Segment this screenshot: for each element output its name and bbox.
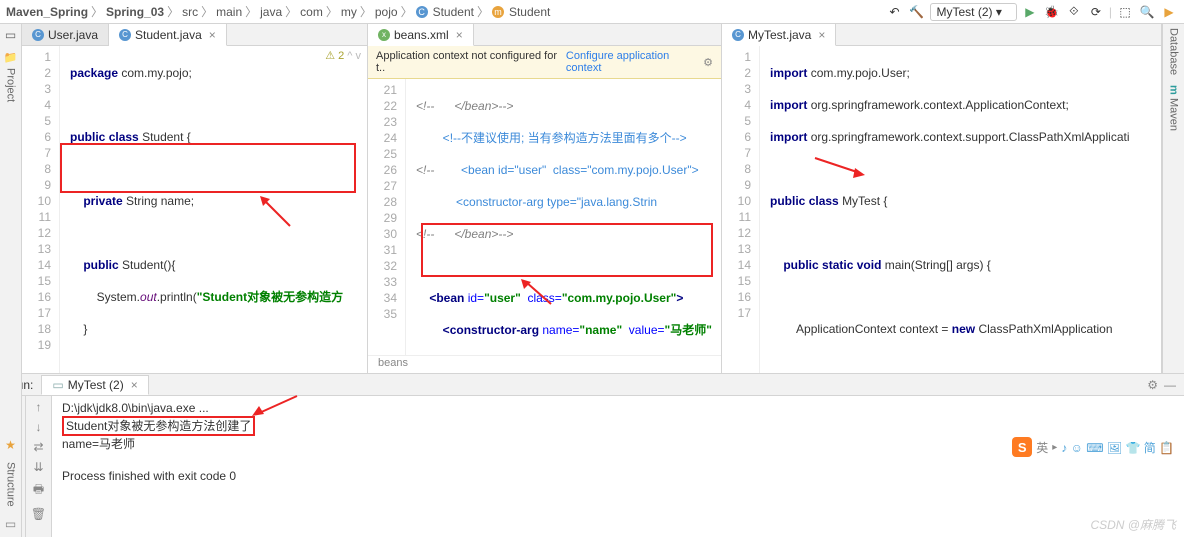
close-icon[interactable]: ×: [131, 378, 138, 392]
editor2-breadcrumb[interactable]: beans: [368, 355, 721, 373]
crumb-my[interactable]: my: [341, 5, 357, 19]
tab-user[interactable]: CUser.java: [22, 24, 109, 45]
console-line: Process finished with exit code 0: [62, 468, 1174, 484]
scroll-button[interactable]: ⇊: [33, 460, 43, 474]
close-icon[interactable]: ×: [456, 28, 463, 42]
back-button[interactable]: ↶: [886, 3, 904, 21]
editor1-gutter: 12345678910111213141516171819: [22, 46, 60, 373]
run-toolbar-2: ↑ ↓ ⇄ ⇊ 🖶 🗑: [26, 396, 52, 537]
editor-3: CMyTest.java× 1234567891011121314151617 …: [722, 24, 1162, 373]
console-line: name=马老师: [62, 436, 1174, 452]
arrow-1: [260, 196, 300, 236]
run-panel: Run: ▭MyTest (2)× ⚙— ▶ ■ ≡ ⎋ 📷 ⊞ ↑ ↓ ⇄ ⇊…: [0, 373, 1184, 537]
editor-1: CUser.java CStudent.java× ⚠2 ^ v 1234567…: [22, 24, 368, 373]
search-button[interactable]: 🔍: [1138, 3, 1156, 21]
left-tool-gutter: ▭ 📁Project: [0, 24, 22, 373]
spring-context-banner: Application context not configured for t…: [368, 46, 721, 79]
editor1-tabs: CUser.java CStudent.java×: [22, 24, 367, 46]
build-button[interactable]: 🔨: [908, 3, 926, 21]
crumb-java[interactable]: java: [260, 5, 282, 19]
crumb-root[interactable]: Maven_Spring: [6, 5, 88, 19]
plugin-button[interactable]: ▶: [1160, 3, 1178, 21]
crumb-com[interactable]: com: [300, 5, 323, 19]
maven-tool-button[interactable]: mMaven: [1168, 85, 1180, 131]
editor1-code[interactable]: ⚠2 ^ v 12345678910111213141516171819 pac…: [22, 46, 367, 373]
editor3-tabs: CMyTest.java×: [722, 24, 1161, 46]
arrow-3: [815, 158, 865, 178]
console-line: D:\jdk\jdk8.0\bin\java.exe ...: [62, 400, 1174, 416]
crumb-pojo[interactable]: pojo: [375, 5, 398, 19]
run-config-select[interactable]: MyTest (2) ▾: [930, 3, 1017, 21]
crumb-method[interactable]: Student: [509, 5, 550, 19]
gear-icon[interactable]: ⚙: [703, 56, 713, 69]
debug-button[interactable]: 🐞: [1043, 3, 1061, 21]
top-breadcrumb: Maven_Spring〉 Spring_03〉 src〉 main〉 java…: [0, 0, 1184, 24]
main-area: ▭ 📁Project CUser.java CStudent.java× ⚠2 …: [0, 24, 1184, 373]
bottom-toggle[interactable]: ▭: [5, 517, 16, 531]
coverage-button[interactable]: ⟐: [1065, 3, 1083, 21]
tab-student[interactable]: CStudent.java×: [109, 24, 227, 46]
run-button[interactable]: ▶: [1021, 3, 1039, 21]
print-button[interactable]: 🖶: [33, 480, 44, 501]
editor3-gutter: 1234567891011121314151617: [722, 46, 760, 373]
editor2-gutter: 212223242526272829303132333435: [368, 79, 406, 355]
tab-mytest[interactable]: CMyTest.java×: [722, 24, 836, 46]
configure-context-link[interactable]: Configure application context: [566, 50, 703, 74]
sogou-ime-bar[interactable]: S 英▸ ♪ ☺ ⌨ 🖼 👕 简 📋: [1012, 437, 1174, 457]
arrow-4: [252, 396, 302, 418]
up-button[interactable]: ↑: [36, 400, 42, 414]
crumb-module[interactable]: Spring_03: [106, 5, 164, 19]
project-tool-button[interactable]: 📁Project: [4, 52, 17, 103]
tab-beans[interactable]: xbeans.xml×: [368, 24, 474, 46]
git-button[interactable]: ⬚: [1116, 3, 1134, 21]
crumb-class[interactable]: Student: [433, 5, 474, 19]
project-toggle[interactable]: ▭: [5, 28, 16, 42]
profile-button[interactable]: ⟳: [1087, 3, 1105, 21]
editor2-tabs: xbeans.xml×: [368, 24, 721, 46]
soft-wrap-button[interactable]: ⇄: [33, 440, 43, 454]
editor2-code[interactable]: 212223242526272829303132333435 <!-- </be…: [368, 79, 721, 355]
trash-button[interactable]: 🗑: [31, 507, 46, 521]
run-settings-icon[interactable]: ⚙: [1147, 378, 1158, 392]
run-hide-icon[interactable]: —: [1164, 378, 1176, 392]
watermark: CSDN @麻腾飞: [1090, 516, 1176, 533]
sogou-icon: S: [1012, 437, 1032, 457]
crumb-main[interactable]: main: [216, 5, 242, 19]
crumb-src[interactable]: src: [182, 5, 198, 19]
run-header: Run: ▭MyTest (2)× ⚙—: [0, 374, 1184, 396]
down-button[interactable]: ↓: [36, 420, 42, 434]
right-tool-gutter: Database mMaven: [1162, 24, 1184, 373]
favorites-button[interactable]: ★: [5, 438, 16, 452]
close-icon[interactable]: ×: [818, 28, 825, 42]
close-icon[interactable]: ×: [209, 28, 216, 42]
editor-2: xbeans.xml× Application context not conf…: [368, 24, 722, 373]
structure-tool-button[interactable]: Structure: [5, 462, 17, 507]
console-highlight: Student对象被无参构造方法创建了: [62, 416, 255, 436]
console-output[interactable]: D:\jdk\jdk8.0\bin\java.exe ... Student对象…: [52, 396, 1184, 537]
class-icon: C: [416, 6, 428, 18]
method-icon: m: [492, 6, 504, 18]
database-tool-button[interactable]: Database: [1168, 28, 1180, 75]
editor3-code[interactable]: 1234567891011121314151617 import com.my.…: [722, 46, 1161, 373]
arrow-2: [521, 279, 561, 309]
run-tab[interactable]: ▭MyTest (2)×: [41, 375, 148, 395]
